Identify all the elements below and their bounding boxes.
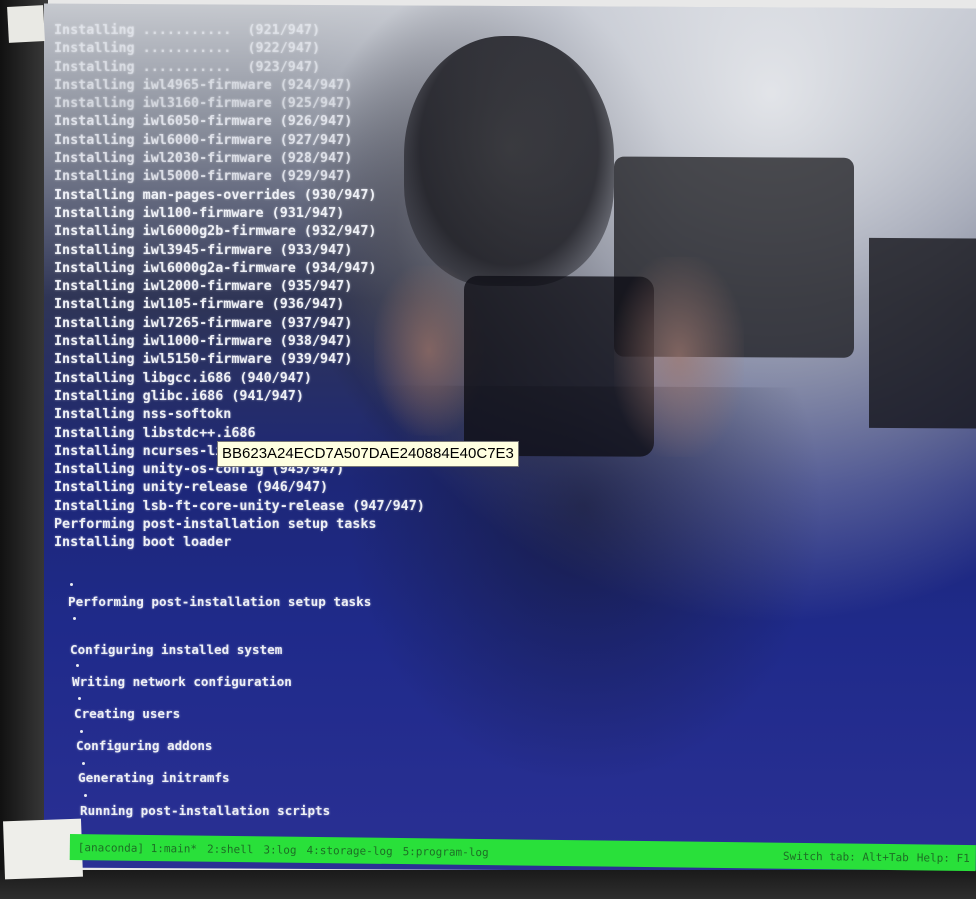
post-step: Configuring addons: [76, 738, 213, 753]
log-line: Installing iwl4965-firmware (924/947): [54, 77, 353, 93]
log-line: Installing iwl1000-firmware (938/947): [54, 334, 353, 350]
help-hint: Help: F1: [916, 850, 970, 865]
monitor-bezel-left: [0, 0, 48, 899]
progress-dot: [82, 762, 85, 765]
log-line: Installing lsb-ft-core-unity-release (94…: [54, 498, 425, 514]
post-step: Running post-installation scripts: [80, 803, 331, 818]
progress-dot: [73, 617, 76, 620]
hash-tooltip: BB623A24ECD7A507DAE240884E40C7E3: [217, 441, 519, 467]
monitor-photo: Installing ........... (921/947) Install…: [0, 0, 976, 899]
log-line: Installing iwl100-firmware (931/947): [54, 205, 345, 221]
log-line: Installing boot loader: [54, 535, 232, 551]
log-line: Installing iwl6000-firmware (927/947): [54, 132, 353, 148]
log-line: Installing iwl3945-firmware (933/947): [54, 242, 353, 258]
post-step: Performing post-installation setup tasks: [68, 594, 372, 609]
reflection-speaker: [869, 237, 976, 429]
log-line: Installing man-pages-overrides (930/947): [54, 187, 377, 203]
log-line: Installing iwl2030-firmware (928/947): [54, 151, 353, 167]
log-line: Installing iwl7265-firmware (937/947): [54, 315, 353, 331]
progress-dot: [76, 664, 79, 667]
log-line: Installing iwl6000g2a-firmware (934/947): [54, 260, 377, 276]
post-step: Configuring installed system: [70, 642, 283, 657]
log-line: Installing iwl3160-firmware (925/947): [54, 96, 353, 112]
log-line: Installing iwl5000-firmware (929/947): [54, 169, 353, 185]
log-line: Installing nss-softokn: [54, 407, 232, 423]
log-line-faint: Installing ........... (923/947): [54, 59, 321, 75]
installer-log: Installing ........... (921/947) Install…: [54, 22, 674, 553]
log-line-faint: Installing ........... (922/947): [54, 41, 321, 57]
log-line: Installing iwl105-firmware (936/947): [54, 297, 345, 313]
log-line: Installing iwl2000-firmware (935/947): [54, 279, 353, 295]
log-line: Performing post-installation setup tasks: [54, 517, 377, 533]
log-line-faint: Installing ........... (921/947): [54, 23, 321, 38]
post-step: Creating users: [74, 706, 181, 721]
monitor-bezel-bottom: [0, 870, 976, 899]
status-tab-storage-log: 4:storage-log: [306, 843, 393, 858]
progress-dot: [84, 794, 87, 797]
tape-top-left: [7, 5, 45, 43]
post-step: Generating initramfs: [78, 770, 230, 785]
log-line: Installing iwl5150-firmware (939/947): [54, 352, 353, 368]
status-tab-log: 3:log: [263, 842, 297, 857]
status-tab-shell: 2:shell: [206, 842, 254, 856]
log-line: Installing glibc.i686 (941/947): [54, 388, 304, 404]
status-bar-tabs: [anaconda] 1:main* 2:shell 3:log 4:stora…: [70, 840, 489, 859]
progress-dot: [70, 583, 73, 586]
status-tab-program-log: 5:program-log: [402, 844, 489, 859]
status-bar-hints: Switch tab: Alt+Tab Help: F1: [783, 849, 976, 864]
log-line: Installing unity-release (946/947): [54, 480, 329, 496]
post-step: Writing network configuration: [72, 674, 292, 689]
progress-dot: [78, 697, 81, 700]
status-tab-main: [anaconda] 1:main*: [77, 840, 198, 856]
log-line: Installing libgcc.i686 (940/947): [54, 370, 312, 386]
progress-dot: [80, 730, 83, 733]
switch-tab-hint: Switch tab: Alt+Tab: [782, 849, 909, 864]
log-line: Installing iwl6000g2b-firmware (932/947): [54, 224, 377, 240]
log-line: Installing iwl6050-firmware (926/947): [54, 114, 353, 130]
